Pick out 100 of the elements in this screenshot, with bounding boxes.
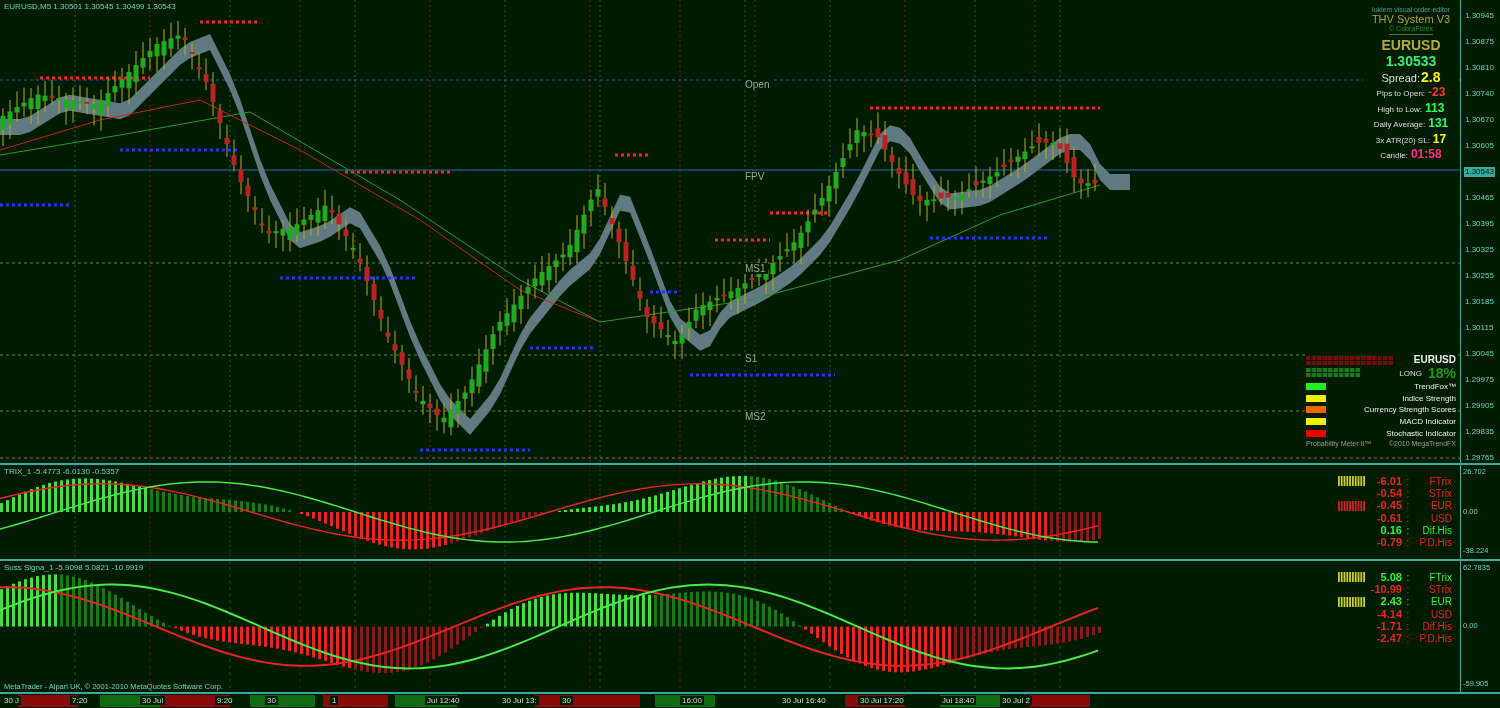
indicator-value: -10.99 — [1370, 583, 1402, 595]
indicator-header: TRIX_1 -5.4773 -6.0130 -0.5357 — [4, 467, 120, 476]
separator-text: : — [1406, 633, 1410, 645]
indicator-name: USD — [1430, 512, 1452, 524]
indicator-value: -4.14 — [1376, 608, 1402, 620]
indicator-header: Suss Signa_1 -5.9098 5.0821 -10.9919 — [4, 563, 144, 572]
separator-text: : — [1406, 512, 1410, 524]
indicator-name: STrix — [1429, 583, 1452, 595]
price-label: 1.29765 — [1464, 453, 1495, 463]
indicator-name: Dif.His — [1422, 620, 1452, 632]
long-meter-icon — [1306, 368, 1361, 377]
indicator-label: MACD Indicator — [1399, 417, 1456, 427]
indicator-name: USD — [1430, 608, 1452, 620]
indicator-value: 5.08 — [1380, 571, 1402, 583]
spread-label: Spread: — [1381, 72, 1421, 84]
price-label: 1.30605 — [1464, 141, 1495, 151]
time-label: 30 Jul — [140, 696, 166, 705]
price-label: 1.30465 — [1464, 193, 1495, 203]
separator-text: : — [1406, 500, 1410, 512]
level-label: Open — [743, 79, 772, 90]
time-label: 30 Jul 17:20 — [858, 696, 906, 705]
indicator-name: FTrix — [1429, 475, 1452, 487]
stat-label: Candle: — [1380, 151, 1408, 160]
separator-text: : — [1406, 475, 1410, 487]
indicator-name: FTrix — [1429, 571, 1452, 583]
indicator-value: -6.01 — [1376, 475, 1402, 487]
indicator-name: STrix — [1429, 487, 1452, 499]
price-label: 1.29835 — [1464, 427, 1495, 437]
indicator-label: Stochastic Indicator — [1386, 428, 1456, 438]
indicator-label: TrendFox™ — [1414, 382, 1456, 392]
separator-text: : — [1406, 571, 1410, 583]
stat-value: 113 — [1425, 100, 1445, 115]
time-label: 1 — [330, 696, 339, 705]
level-label: FPV — [743, 171, 767, 182]
separator-text: : — [1406, 596, 1410, 608]
time-label: 30 — [560, 696, 573, 705]
stat-label: Daily Average: — [1373, 120, 1426, 129]
separator-text: : — [1406, 537, 1410, 549]
price-label: 1.30740 — [1464, 89, 1495, 99]
separator-text: : — [1406, 487, 1410, 499]
stat-value: 17 — [1432, 131, 1447, 146]
price-label: 1.30325 — [1464, 245, 1495, 255]
time-label: 16:00 — [680, 696, 705, 705]
price-text: 1.30533 — [1385, 53, 1437, 69]
price-label: 1.30670 — [1464, 115, 1495, 125]
price-label: 1.30875 — [1464, 37, 1495, 47]
separator-text: : — [1406, 524, 1410, 536]
symbol-text: EURUSD — [1381, 37, 1441, 53]
spread-value: 2.8 — [1421, 69, 1441, 85]
separator-text: : — [1406, 583, 1410, 595]
chart-header: EURUSD,M5 1.30501 1.30545 1.30499 1.30543 — [4, 2, 176, 11]
indicator-name: P.D.His — [1419, 633, 1452, 645]
time-label: 30 Jul 13: — [500, 696, 539, 705]
system-title: THV System V3 — [1371, 13, 1451, 25]
time-label: 30 — [265, 696, 278, 705]
time-label: 30 J — [2, 696, 22, 705]
price-label: 1.30810 — [1464, 63, 1495, 73]
time-label: 7:20 — [70, 696, 90, 705]
indicator-label: Currency Strength Scores — [1363, 405, 1456, 415]
time-label: 30 Jul 2 — [1000, 696, 1033, 705]
indicator-value: 2.43 — [1380, 596, 1402, 608]
stat-value: 131 — [1428, 116, 1449, 130]
indicator-name: EUR — [1430, 596, 1452, 608]
indicator-value: -0.45 — [1376, 500, 1402, 512]
level-label: MS2 — [743, 411, 768, 422]
time-label: Jul 12:40 — [425, 696, 462, 705]
short-meter-icon — [1306, 356, 1394, 365]
price-label: 1.30185 — [1464, 297, 1495, 307]
percent-text: 18% — [1427, 365, 1456, 381]
indicator-name: EUR — [1430, 500, 1452, 512]
indicator-value: -0.54 — [1376, 487, 1402, 499]
price-label: 1.30945 — [1464, 11, 1495, 21]
time-label: Jul 18:40 — [940, 696, 977, 705]
separator-text: : — [1406, 608, 1410, 620]
price-label: 1.30395 — [1464, 219, 1495, 229]
indicator-value: -2.47 — [1376, 633, 1402, 645]
indicator-value: 0.16 — [1380, 524, 1402, 536]
price-label: 1.30045 — [1464, 349, 1495, 359]
indicator-name: Dif.His — [1422, 524, 1452, 536]
direction-text: LONG — [1399, 368, 1422, 378]
stat-value: -23 — [1428, 85, 1446, 99]
price-label: 1.30255 — [1464, 271, 1495, 281]
stat-label: Pips to Open: — [1376, 89, 1426, 98]
time-label: 30 Jul 16:40 — [780, 696, 828, 705]
indicator-name: P.D.His — [1419, 537, 1452, 549]
symbol-text: EURUSD — [1413, 354, 1456, 365]
price-label: 1.30115 — [1464, 323, 1495, 333]
indicator-value: -0.79 — [1376, 537, 1402, 549]
price-label: 1.29975 — [1464, 375, 1495, 385]
level-label: S1 — [743, 353, 760, 364]
indicator-label: Indice Strength — [1402, 393, 1456, 403]
stat-value: 01:58 — [1410, 147, 1442, 161]
time-label: 9:20 — [215, 696, 235, 705]
stat-label: High to Low: — [1377, 104, 1423, 114]
indicator-value: -1.71 — [1376, 620, 1402, 632]
stat-label: 3x ATR(20) SL: — [1375, 135, 1430, 145]
separator-text: : — [1406, 620, 1410, 632]
level-label: MS1 — [743, 263, 768, 274]
indicator-value: -0.61 — [1376, 512, 1402, 524]
price-label: 1.29905 — [1464, 401, 1495, 411]
